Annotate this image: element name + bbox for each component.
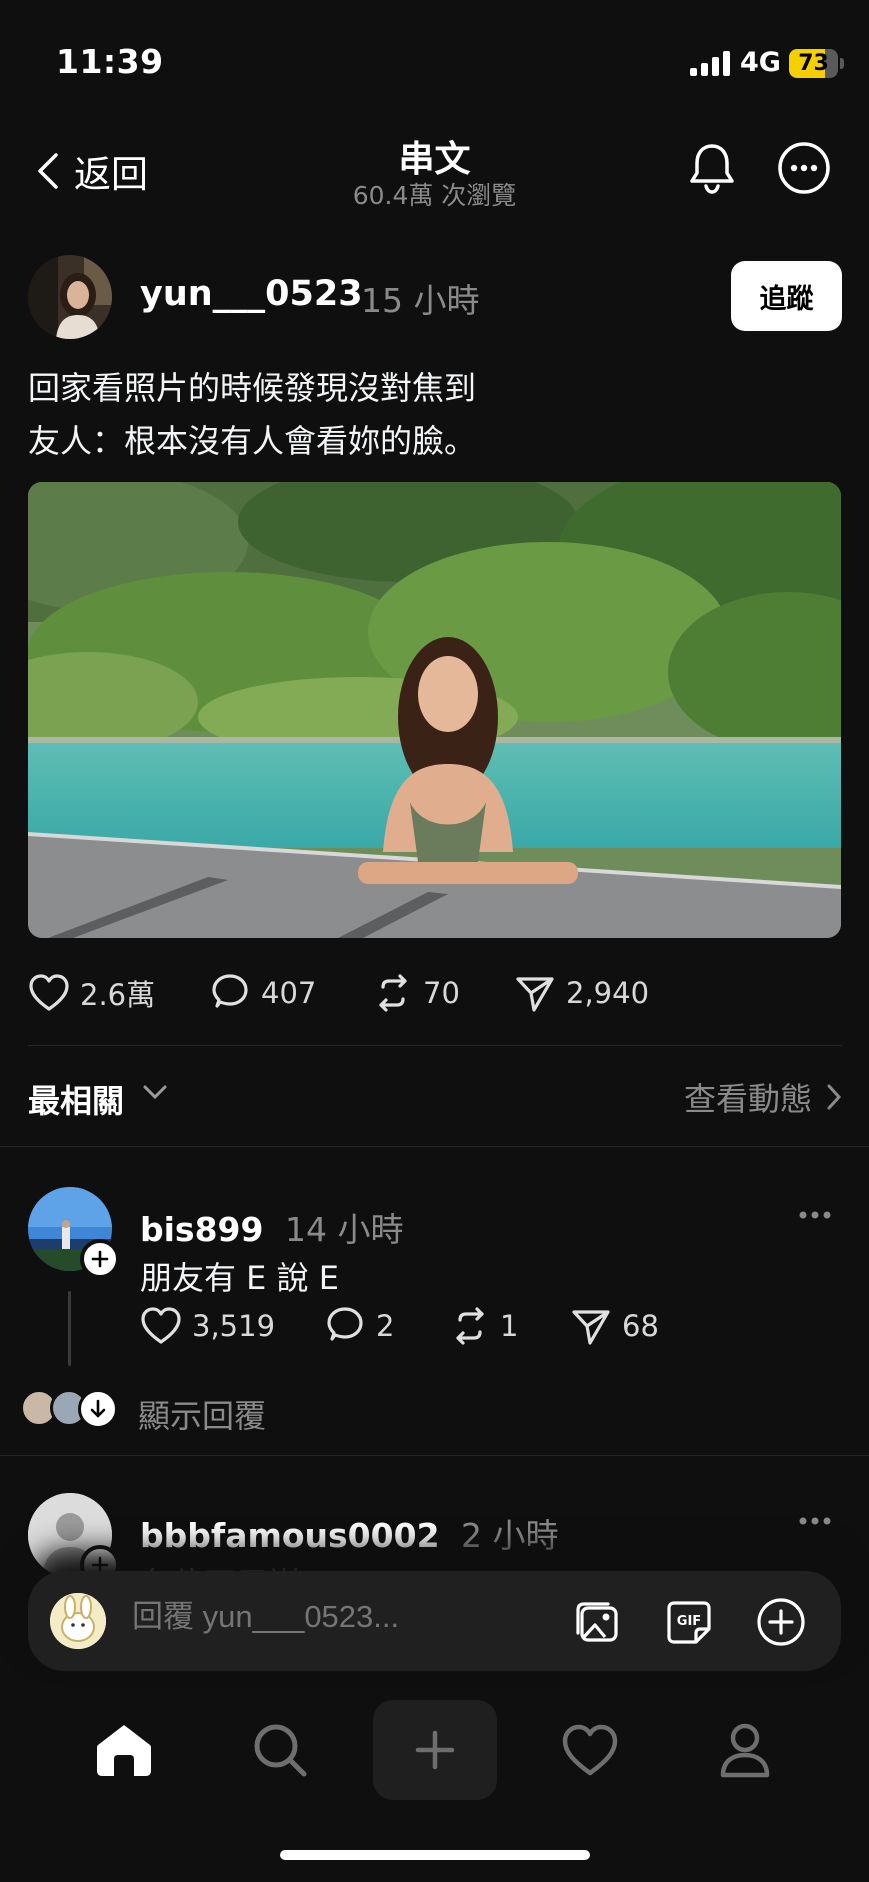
status-time: 11:39: [56, 42, 164, 81]
more-horizontal-icon[interactable]: [798, 1515, 832, 1527]
reply-text: 朋友有 E 說 E: [140, 1259, 339, 1297]
svg-text:GIF: GIF: [677, 1614, 701, 1629]
gif-icon[interactable]: GIF: [662, 1595, 716, 1649]
comment-count: 2: [376, 1309, 395, 1343]
post-actions: 2.6萬 407 70 2,940: [28, 968, 842, 1018]
repost-icon: [379, 974, 407, 1012]
signal-icon: [690, 50, 730, 76]
search-icon: [254, 1724, 307, 1777]
reply-compose-bar: GIF: [28, 1571, 841, 1671]
show-replies-button[interactable]: 顯示回覆: [20, 1387, 420, 1435]
reply-username[interactable]: bbbfamous0002 2 小時: [140, 1509, 559, 1557]
more-options-icon[interactable]: [776, 140, 832, 196]
tab-profile[interactable]: [683, 1700, 807, 1800]
heart-icon: [562, 1724, 618, 1776]
person-icon: [720, 1723, 770, 1778]
author-username[interactable]: yun___0523: [140, 274, 363, 314]
more-horizontal-icon[interactable]: [798, 1209, 832, 1221]
like-count: 3,519: [192, 1309, 276, 1343]
repost-count: 70: [423, 976, 460, 1010]
share-count: 2,940: [566, 976, 650, 1010]
view-activity-label: 查看動態: [683, 1080, 812, 1118]
arrow-down-icon: [78, 1389, 118, 1429]
view-activity-link[interactable]: 查看動態: [684, 1074, 842, 1120]
battery-tip: [840, 58, 844, 69]
reply-item: bbbfamous0002 2 小時 各位不用謝: [28, 1493, 842, 1573]
like-button[interactable]: 3,519: [140, 1301, 275, 1351]
reply-timestamp: 14 小時: [284, 1210, 404, 1249]
like-count: 2.6萬: [80, 978, 156, 1012]
post-photo[interactable]: [28, 482, 841, 938]
bottom-tab-bar: [0, 1700, 869, 1820]
gallery-icon[interactable]: [570, 1595, 624, 1649]
tab-create[interactable]: [373, 1700, 497, 1800]
comment-count: 407: [261, 976, 317, 1010]
share-button[interactable]: 68: [570, 1301, 659, 1351]
follow-button[interactable]: 追蹤: [731, 261, 842, 331]
tab-home[interactable]: [62, 1700, 186, 1800]
reply-username-text: bis899: [140, 1210, 264, 1249]
plus-icon: [415, 1730, 455, 1770]
repost-button[interactable]: 1: [450, 1301, 518, 1351]
divider: [28, 1045, 842, 1046]
bell-icon[interactable]: [684, 140, 740, 196]
show-replies-label: 顯示回覆: [138, 1397, 267, 1435]
follow-plus-button[interactable]: [80, 1239, 120, 1279]
reply-timestamp: 2 小時: [461, 1516, 559, 1555]
comment-button[interactable]: 2: [324, 1301, 394, 1351]
heart-icon: [29, 974, 69, 1011]
divider: [0, 1146, 869, 1147]
comment-button[interactable]: 407: [209, 968, 316, 1018]
send-icon: [516, 977, 554, 1012]
home-icon: [97, 1725, 151, 1776]
my-avatar: [50, 1593, 106, 1649]
status-bar: 11:39 4G 73: [0, 0, 869, 120]
network-type: 4G: [740, 47, 781, 78]
reply-input[interactable]: [132, 1599, 462, 1635]
comment-icon: [327, 1307, 363, 1341]
reply-actions: 3,519 2 1 68: [140, 1301, 740, 1351]
reply-username-text: bbbfamous0002: [140, 1516, 440, 1555]
post-text-line: 回家看照片的時候發現沒對焦到: [28, 369, 477, 407]
repost-button[interactable]: 70: [373, 968, 460, 1018]
divider: [0, 1455, 869, 1456]
sort-dropdown[interactable]: 最相關: [28, 1076, 124, 1122]
thread-line: [68, 1291, 71, 1366]
share-button[interactable]: 2,940: [514, 968, 649, 1018]
repost-count: 1: [500, 1309, 519, 1343]
author-avatar[interactable]: [28, 255, 112, 339]
page-header: 返回 串文 60.4萬 次瀏覽: [0, 120, 869, 220]
post-header: yun___0523 15 小時 追蹤: [28, 255, 842, 339]
plus-icon: [91, 1250, 109, 1268]
comment-icon: [212, 974, 248, 1008]
tab-activity[interactable]: [528, 1700, 652, 1800]
reply-item: bis899 14 小時 朋友有 E 說 E 3,519 2 1 68: [28, 1187, 842, 1377]
battery-icon: 73: [789, 49, 838, 78]
repost-icon: [456, 1307, 484, 1345]
reply-sort-row: 最相關 查看動態: [28, 1070, 842, 1124]
heart-icon: [141, 1307, 181, 1344]
post-text: 回家看照片的時候發現沒對焦到 友人：根本沒有人會看妳的臉。: [28, 362, 842, 468]
send-icon: [572, 1310, 610, 1345]
like-button[interactable]: 2.6萬: [28, 968, 155, 1018]
battery-percent: 73: [798, 51, 829, 76]
chevron-down-icon[interactable]: [142, 1084, 168, 1100]
reply-username[interactable]: bis899 14 小時: [140, 1203, 403, 1251]
home-indicator: [280, 1850, 590, 1860]
post-text-line: 友人：根本沒有人會看妳的臉。: [28, 422, 477, 460]
chevron-right-icon: [827, 1084, 842, 1110]
follow-plus-button[interactable]: [80, 1545, 120, 1573]
add-circle-icon[interactable]: [754, 1595, 808, 1649]
tab-search[interactable]: [218, 1700, 342, 1800]
post-timestamp: 15 小時: [361, 281, 480, 320]
share-count: 68: [622, 1309, 659, 1343]
